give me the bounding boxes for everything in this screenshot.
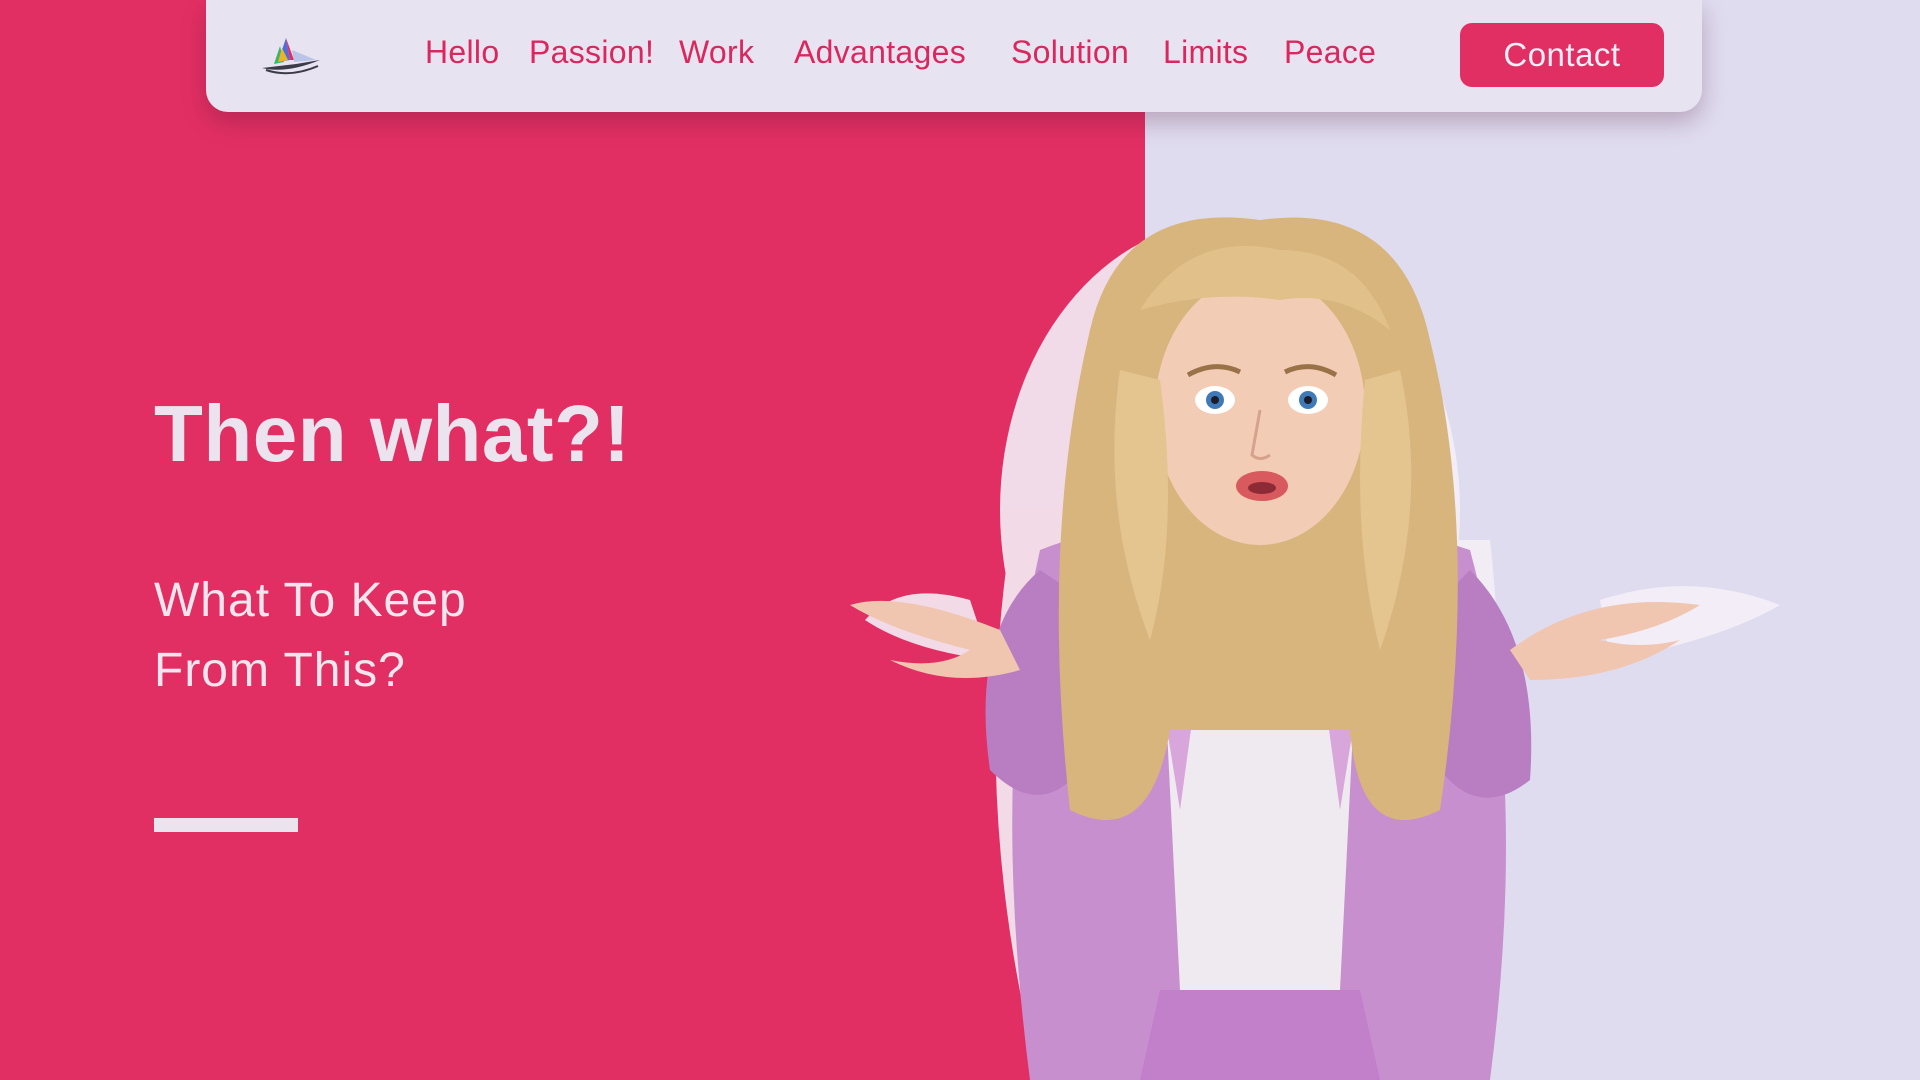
contact-button[interactable]: Contact xyxy=(1460,23,1664,87)
nav-link-solution[interactable]: Solution xyxy=(1011,34,1129,71)
hero-title: Then what?! xyxy=(154,389,631,478)
top-navbar: Hello Passion! Work Advantages Solution … xyxy=(206,0,1702,112)
nav-link-hello[interactable]: Hello xyxy=(425,34,499,71)
nav-link-advantages[interactable]: Advantages xyxy=(794,34,966,71)
nav-link-peace[interactable]: Peace xyxy=(1284,34,1376,71)
hero-divider xyxy=(154,818,298,832)
woman-shrugging-photo xyxy=(850,217,1780,1080)
hero-subtitle: What To Keep From This? xyxy=(154,566,467,706)
hero-subtitle-line-1: What To Keep xyxy=(154,574,467,627)
nav-link-work[interactable]: Work xyxy=(679,34,754,71)
nav-link-limits[interactable]: Limits xyxy=(1163,34,1248,71)
nav-link-passion[interactable]: Passion! xyxy=(529,34,654,71)
hero-subtitle-line-2: From This? xyxy=(154,644,406,697)
